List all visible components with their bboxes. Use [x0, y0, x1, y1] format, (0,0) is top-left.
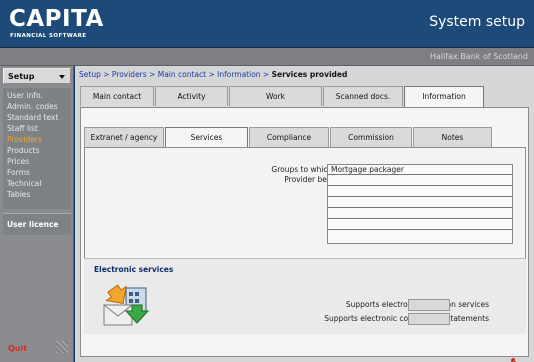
- list-item[interactable]: [328, 231, 512, 241]
- tab-activity[interactable]: Activity: [155, 86, 228, 106]
- bank-name: Halifax Bank of Scotland: [429, 52, 528, 61]
- user-licence-label: User licence: [7, 220, 59, 229]
- app-header: CAPITA FINANCIAL SOFTWARE System setup: [0, 0, 534, 48]
- sidebar-item-technical[interactable]: Technical: [7, 179, 41, 188]
- electronic-services-icon: [103, 284, 150, 326]
- list-item[interactable]: [328, 198, 512, 208]
- sidebar-item-staff-list[interactable]: Staff list: [7, 124, 38, 133]
- tab-commission[interactable]: Commission: [330, 127, 412, 147]
- main-content: Setup > Providers > Main contact > Infor…: [75, 66, 534, 362]
- sidebar-item-providers[interactable]: Providers: [7, 135, 42, 144]
- commission-statements-field[interactable]: [408, 313, 450, 325]
- breadcrumb-path[interactable]: Setup > Providers > Main contact > Infor…: [79, 70, 272, 79]
- sidebar-item-tables[interactable]: Tables: [7, 190, 30, 199]
- sub-header-bar: Halifax Bank of Scotland: [0, 48, 534, 66]
- setup-dropdown-label: Setup: [8, 72, 35, 81]
- sidebar-item-user-info[interactable]: User info.: [7, 91, 43, 100]
- electronic-services-title: Electronic services: [94, 265, 174, 274]
- information-panel: Extranet / agency Services Compliance Co…: [80, 107, 529, 362]
- sidebar-item-prices[interactable]: Prices: [7, 157, 29, 166]
- tab-extranet-agency[interactable]: Extranet / agency: [84, 127, 164, 147]
- tab-scanned-docs[interactable]: Scanned docs.: [323, 86, 403, 106]
- provider-groups-list[interactable]: Mortgage packager: [327, 164, 513, 244]
- sidebar-item-products[interactable]: Products: [7, 146, 39, 155]
- list-item[interactable]: Mortgage packager: [328, 165, 512, 175]
- list-item[interactable]: [328, 187, 512, 197]
- sidebar-item-forms[interactable]: Forms: [7, 168, 30, 177]
- list-item[interactable]: [328, 209, 512, 219]
- sidebar-item-admin-codes[interactable]: Admin. codes: [7, 102, 58, 111]
- user-licence-button[interactable]: User licence: [3, 213, 71, 235]
- setup-dropdown[interactable]: Setup: [3, 68, 71, 84]
- list-item[interactable]: [328, 176, 512, 186]
- quit-button[interactable]: Quit: [8, 344, 27, 353]
- grip-icon: [56, 341, 68, 353]
- tab-compliance[interactable]: Compliance: [249, 127, 329, 147]
- list-item[interactable]: [328, 220, 512, 230]
- breadcrumb-current: Services provided: [271, 70, 348, 79]
- logo-subtitle: FINANCIAL SOFTWARE: [10, 33, 87, 39]
- tab-services[interactable]: Services: [165, 127, 248, 149]
- valuation-field[interactable]: [408, 299, 450, 311]
- electronic-services-section: Electronic services Supports electronic …: [84, 258, 526, 334]
- sidebar: Setup User info. Admin. codes Standard t…: [0, 66, 74, 362]
- commission-statements-label: Supports electronic commission statement…: [324, 314, 489, 323]
- chevron-down-icon: [59, 75, 65, 79]
- capita-logo: CAPITA: [9, 6, 104, 32]
- sidebar-item-standard-text[interactable]: Standard text: [7, 113, 58, 122]
- sidebar-menu: User info. Admin. codes Standard text St…: [3, 88, 71, 209]
- expand-icon[interactable]: [511, 358, 523, 362]
- tab-work[interactable]: Work: [229, 86, 322, 106]
- app-title: System setup: [429, 14, 525, 30]
- tab-main-contact[interactable]: Main contact: [80, 86, 154, 106]
- tab-notes[interactable]: Notes: [413, 127, 492, 147]
- tab-information[interactable]: Information: [404, 86, 484, 108]
- breadcrumb: Setup > Providers > Main contact > Infor…: [79, 70, 347, 79]
